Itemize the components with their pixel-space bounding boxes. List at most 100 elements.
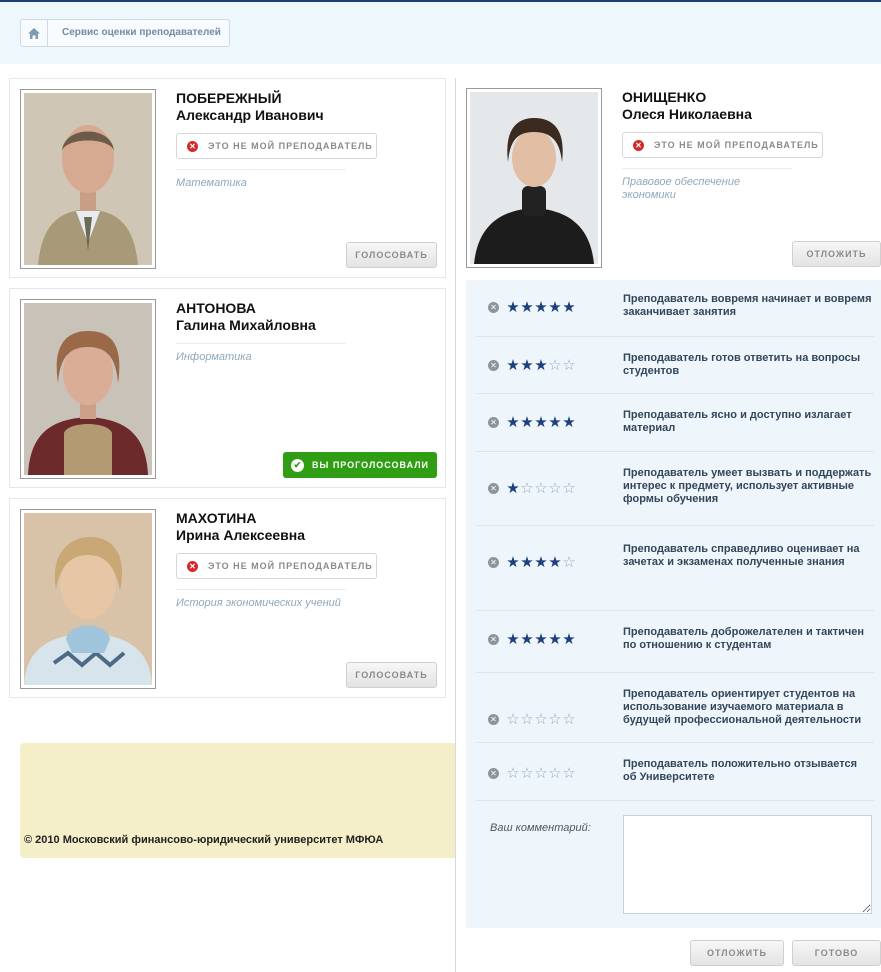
postpone-button[interactable]: ОТЛОЖИТЬ [690,940,784,966]
star-filled-icon[interactable]: ★ [506,481,520,496]
star-filled-icon[interactable]: ★ [506,555,520,570]
criterion-row: ✕ ★ ★ ★ ★ ★ Преподаватель вовремя начинает и в… [476,280,874,337]
selected-teacher-first-name: Олеся Николаевна [622,106,752,122]
divider [176,169,346,170]
teacher-last-name: ПОБЕРЕЖНЫЙ [176,90,282,106]
clear-rating-icon[interactable]: ✕ [488,714,499,725]
criterion-text: Преподаватель ясно и доступно излагает м… [623,409,852,434]
criterion-text: Преподаватель ориентирует студентов на и… [623,688,862,726]
teacher-first-name: Александр Иванович [176,107,324,123]
star-empty-icon[interactable]: ☆ [520,481,534,496]
star-filled-icon[interactable]: ★ [548,632,562,647]
star-empty-icon[interactable]: ☆ [548,766,562,781]
criterion-row: ✕ ★ ★ ★ ★ ★ Преподаватель ясно и доступно изла… [476,394,874,452]
star-empty-icon[interactable]: ☆ [548,712,562,727]
criterion-row: ✕ ★ ★ ★ ☆ ☆ Преподаватель готов ответить на во… [476,337,874,394]
star-empty-icon[interactable]: ☆ [562,555,576,570]
clear-rating-icon[interactable]: ✕ [488,302,499,313]
star-filled-icon[interactable]: ★ [520,632,534,647]
done-button[interactable]: ГОТОВО [792,940,881,966]
postpone-top-button[interactable]: ОТЛОЖИТЬ [792,241,881,267]
teacher-first-name: Галина Михайловна [176,317,316,333]
breadcrumb-current[interactable]: Сервис оценки преподавателей [48,20,229,46]
star-filled-icon[interactable]: ★ [520,555,534,570]
star-rating[interactable]: ★ ★ ★ ★ ★ [506,300,576,315]
divider [622,168,792,169]
star-filled-icon[interactable]: ★ [548,415,562,430]
clear-rating-icon[interactable]: ✕ [488,417,499,428]
header-bar: Сервис оценки преподавателей [0,0,881,64]
star-filled-icon[interactable]: ★ [534,415,548,430]
star-filled-icon[interactable]: ★ [506,358,520,373]
clear-rating-icon[interactable]: ✕ [488,360,499,371]
comment-input[interactable] [623,815,872,914]
star-filled-icon[interactable]: ★ [548,555,562,570]
not-my-teacher-button[interactable]: ✕ ЭТО НЕ МОЙ ПРЕПОДАВАТЕЛЬ [176,553,377,579]
selected-teacher-last-name: ОНИЩЕНКО [622,89,707,105]
star-rating[interactable]: ☆ ☆ ☆ ☆ ☆ [506,712,576,727]
star-rating[interactable]: ★ ★ ★ ☆ ☆ [506,358,576,373]
star-empty-icon[interactable]: ☆ [534,766,548,781]
star-filled-icon[interactable]: ★ [534,300,548,315]
star-empty-icon[interactable]: ☆ [506,712,520,727]
vote-button[interactable]: ГОЛОСОВАТЬ [346,242,437,268]
star-empty-icon[interactable]: ☆ [506,766,520,781]
star-filled-icon[interactable]: ★ [506,632,520,647]
star-filled-icon[interactable]: ★ [534,632,548,647]
star-filled-icon[interactable]: ★ [534,358,548,373]
star-filled-icon[interactable]: ★ [506,415,520,430]
star-empty-icon[interactable]: ☆ [534,712,548,727]
teacher-subject: Математика [176,177,247,189]
clear-rating-icon[interactable]: ✕ [488,557,499,568]
vote-button[interactable]: ГОЛОСОВАТЬ [346,662,437,688]
star-empty-icon[interactable]: ☆ [520,766,534,781]
star-empty-icon[interactable]: ☆ [548,358,562,373]
footer: © 2010 Московский финансово-юридический … [20,743,456,858]
selected-teacher-subject: Правовое обеспечение экономики [622,176,741,201]
teacher-card: АНТОНОВА Галина Михайловна Информатика ✔… [9,288,446,488]
star-empty-icon[interactable]: ☆ [520,712,534,727]
criterion-row: ✕ ☆ ☆ ☆ ☆ ☆ Преподаватель положительно отзывае… [476,743,874,801]
teacher-photo [20,89,156,269]
home-icon[interactable] [21,20,48,46]
criterion-row: ✕ ★ ☆ ☆ ☆ ☆ Преподаватель умеет вызвать и подд… [476,452,874,526]
star-filled-icon[interactable]: ★ [562,632,576,647]
divider [176,589,346,590]
star-empty-icon[interactable]: ☆ [562,766,576,781]
star-filled-icon[interactable]: ★ [548,300,562,315]
star-filled-icon[interactable]: ★ [562,415,576,430]
criterion-text: Преподаватель доброжелателен и тактичен … [623,626,865,651]
teacher-subject: Информатика [176,351,252,363]
column-divider [455,78,456,972]
star-filled-icon[interactable]: ★ [520,358,534,373]
star-filled-icon[interactable]: ★ [562,300,576,315]
star-rating[interactable]: ★ ☆ ☆ ☆ ☆ [506,481,576,496]
star-rating[interactable]: ☆ ☆ ☆ ☆ ☆ [506,766,576,781]
criterion-row: ✕ ★ ★ ★ ★ ★ Преподаватель доброжелателен и так… [476,611,874,673]
star-rating[interactable]: ★ ★ ★ ★ ★ [506,415,576,430]
teacher-card: ПОБЕРЕЖНЫЙ Александр Иванович ✕ ЭТО НЕ М… [9,78,446,278]
star-empty-icon[interactable]: ☆ [562,481,576,496]
star-empty-icon[interactable]: ☆ [562,712,576,727]
star-rating[interactable]: ★ ★ ★ ★ ☆ [506,555,576,570]
star-filled-icon[interactable]: ★ [520,300,534,315]
clear-rating-icon[interactable]: ✕ [488,483,499,494]
star-empty-icon[interactable]: ☆ [562,358,576,373]
star-rating[interactable]: ★ ★ ★ ★ ★ [506,632,576,647]
teacher-subject: История экономических учений [176,597,341,609]
star-filled-icon[interactable]: ★ [520,415,534,430]
not-my-teacher-button[interactable]: ✕ ЭТО НЕ МОЙ ПРЕПОДАВАТЕЛЬ [622,132,823,158]
star-empty-icon[interactable]: ☆ [548,481,562,496]
check-icon: ✔ [291,458,305,472]
voted-status-button: ✔ ВЫ ПРОГОЛОСОВАЛИ [283,452,437,478]
remove-icon: ✕ [187,140,198,152]
clear-rating-icon[interactable]: ✕ [488,634,499,645]
not-my-teacher-button[interactable]: ✕ ЭТО НЕ МОЙ ПРЕПОДАВАТЕЛЬ [176,133,377,159]
star-filled-icon[interactable]: ★ [506,300,520,315]
selected-teacher-photo [466,88,602,268]
star-empty-icon[interactable]: ☆ [534,481,548,496]
teacher-card: МАХОТИНА Ирина Алексеевна ✕ ЭТО НЕ МОЙ П… [9,498,446,698]
clear-rating-icon[interactable]: ✕ [488,768,499,779]
remove-icon: ✕ [187,560,198,572]
star-filled-icon[interactable]: ★ [534,555,548,570]
